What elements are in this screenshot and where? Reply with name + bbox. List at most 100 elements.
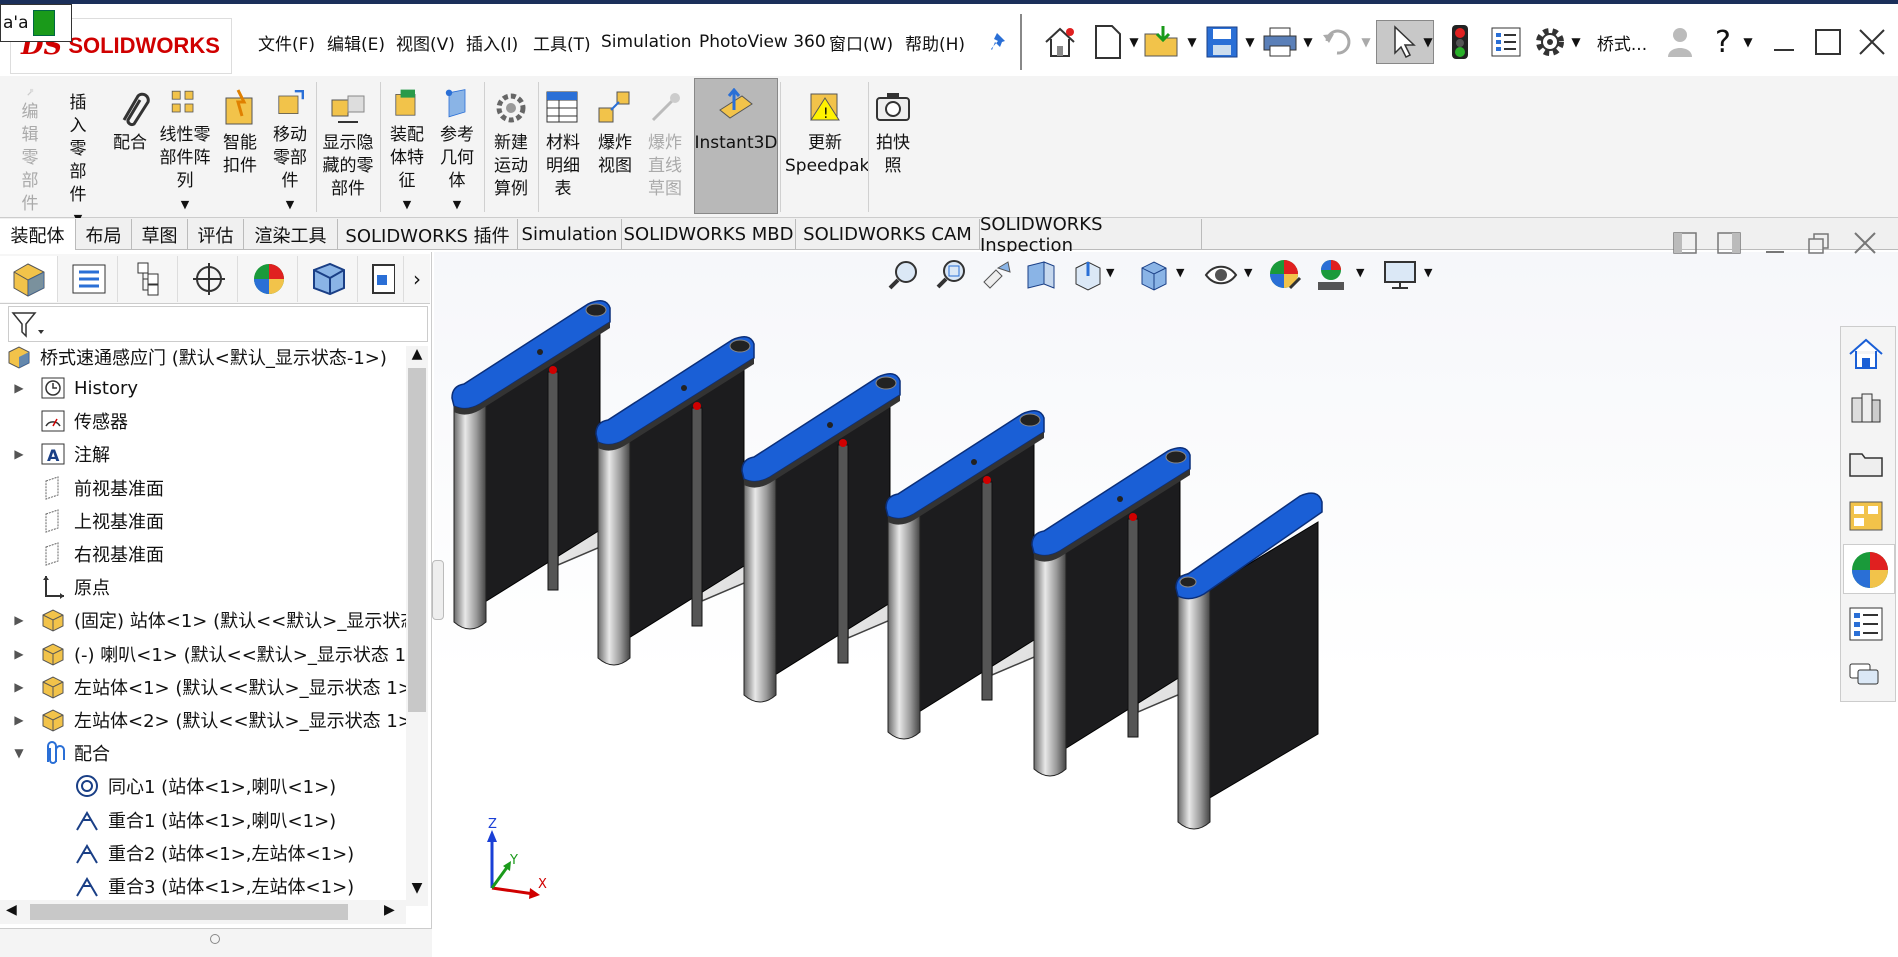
- exploded-view-button[interactable]: 爆炸视图: [592, 78, 638, 216]
- chevron-down-icon[interactable]: ▼: [1424, 266, 1438, 286]
- scroll-right-icon[interactable]: ▶: [384, 902, 395, 918]
- chevron-down-icon[interactable]: ▼: [1568, 20, 1584, 64]
- ime-indicator[interactable]: a'a: [0, 4, 72, 42]
- mate-item[interactable]: 重合3 (站体<1>,左站体<1>): [74, 870, 354, 902]
- smart-fastener-button[interactable]: 智能扣件: [218, 78, 262, 216]
- cam-operation-tree-tab-icon[interactable]: [360, 256, 404, 302]
- tab-render-tools[interactable]: 渲染工具: [244, 219, 338, 250]
- tree-item[interactable]: 右视基准面: [10, 538, 164, 570]
- expand-arrow-icon[interactable]: ▶: [10, 613, 28, 627]
- view-settings-icon[interactable]: [1382, 258, 1422, 294]
- scroll-left-icon[interactable]: ◀: [6, 902, 17, 918]
- tab-solidworks-mbd[interactable]: SOLIDWORKS MBD: [622, 219, 796, 250]
- expand-arrow-icon[interactable]: ▶: [10, 647, 28, 661]
- menu-window[interactable]: 窗口(W): [829, 24, 893, 60]
- edit-part-button[interactable]: 编辑零部件: [8, 78, 52, 216]
- gate-station-6[interactable]: [1175, 492, 1323, 830]
- insert-part-button[interactable]: 插入零部件 ▼: [56, 78, 100, 225]
- tab-layout[interactable]: 布局: [76, 219, 132, 250]
- doc-close-icon[interactable]: [1852, 230, 1882, 258]
- tree-item[interactable]: ▶ 左站体<2> (默认<<默认>_显示状态 1>): [10, 704, 420, 736]
- tile-left-icon[interactable]: [1672, 230, 1702, 258]
- save-icon[interactable]: [1200, 20, 1244, 64]
- snapshot-button[interactable]: 拍快照: [870, 78, 916, 216]
- update-speedpak-button[interactable]: ! 更新Speedpak: [784, 78, 869, 216]
- file-explorer-icon[interactable]: [1846, 442, 1890, 486]
- tree-item[interactable]: ▶ 左站体<1> (默认<<默认>_显示状态 1>): [10, 671, 420, 703]
- edit-appearance-icon[interactable]: [1268, 258, 1304, 294]
- undo-icon[interactable]: [1316, 20, 1360, 64]
- menu-simulation[interactable]: Simulation: [601, 24, 692, 60]
- zoom-to-fit-icon[interactable]: [888, 258, 924, 294]
- tree-horizontal-scroll-thumb[interactable]: [30, 904, 348, 920]
- chevron-down-icon[interactable]: ▼: [1176, 266, 1190, 286]
- show-hidden-parts-button[interactable]: 显示隐藏的零部件: [320, 78, 376, 216]
- menu-tools[interactable]: 工具(T): [533, 24, 591, 60]
- forum-chat-icon[interactable]: [1846, 658, 1890, 698]
- tree-item[interactable]: ▶ History: [10, 372, 138, 404]
- dimxpert-manager-tab-icon[interactable]: [180, 256, 238, 302]
- chevron-down-icon[interactable]: ▼: [1356, 266, 1370, 286]
- open-icon[interactable]: [1140, 20, 1184, 64]
- collapse-arrow-icon[interactable]: ▼: [10, 746, 28, 760]
- mate-item[interactable]: 重合1 (站体<1>,喇叭<1>): [74, 804, 336, 836]
- search-commands-text[interactable]: 桥式...: [1592, 20, 1652, 64]
- menu-file[interactable]: 文件(F): [258, 24, 315, 60]
- view-palette-icon[interactable]: [1846, 496, 1890, 540]
- cam-feature-tree-tab-icon[interactable]: [300, 256, 358, 302]
- close-window-icon[interactable]: [1852, 20, 1892, 64]
- previous-view-icon[interactable]: [980, 258, 1016, 294]
- tree-item[interactable]: ▶ A 注解: [10, 438, 110, 470]
- chevron-down-icon[interactable]: ▼: [1106, 266, 1120, 286]
- chevron-right-icon[interactable]: ›: [404, 256, 430, 302]
- appearances-scenes-icon[interactable]: [1843, 544, 1895, 594]
- menu-edit[interactable]: 编辑(E): [327, 24, 385, 60]
- mate-button[interactable]: 配合: [106, 78, 154, 216]
- expand-arrow-icon[interactable]: ▶: [10, 447, 28, 461]
- chevron-down-icon[interactable]: ▼: [181, 193, 189, 216]
- hide-show-items-icon[interactable]: [1204, 258, 1240, 294]
- tree-item[interactable]: ▶ (固定) 站体<1> (默认<<默认>_显示状态: [10, 604, 418, 636]
- tab-solidworks-addins[interactable]: SOLIDWORKS 插件: [338, 219, 518, 250]
- menu-insert[interactable]: 插入(I): [466, 24, 518, 60]
- tree-item[interactable]: ▶ (-) 喇叭<1> (默认<<默认>_显示状态 1>: [10, 638, 421, 670]
- menu-help[interactable]: 帮助(H): [905, 24, 965, 60]
- move-part-button[interactable]: 移动零部件 ▼: [268, 78, 312, 216]
- expand-arrow-icon[interactable]: ▶: [10, 381, 28, 395]
- print-icon[interactable]: [1258, 20, 1302, 64]
- maximize-window-icon[interactable]: [1808, 20, 1848, 64]
- menu-view[interactable]: 视图(V): [396, 24, 455, 60]
- chevron-down-icon[interactable]: ▼: [1358, 20, 1374, 64]
- display-manager-tab-icon[interactable]: [240, 256, 298, 302]
- menu-photoview[interactable]: PhotoView 360: [699, 24, 826, 60]
- mate-item[interactable]: 重合2 (站体<1>,左站体<1>): [74, 837, 354, 869]
- splitter-handle-icon[interactable]: [210, 934, 220, 944]
- minimize-window-icon[interactable]: [1764, 20, 1804, 64]
- chevron-down-icon[interactable]: ▼: [1740, 20, 1756, 64]
- configuration-manager-tab-icon[interactable]: [120, 256, 178, 302]
- tab-simulation[interactable]: Simulation: [518, 219, 622, 250]
- scroll-down-icon[interactable]: ▼: [408, 880, 426, 900]
- reference-geometry-button[interactable]: 参考几何体 ▼: [434, 78, 480, 216]
- tree-item[interactable]: 前视基准面: [10, 472, 164, 504]
- linear-pattern-button[interactable]: 线性零部件阵列 ▼: [156, 78, 214, 216]
- new-document-icon[interactable]: [1086, 20, 1130, 64]
- tree-vertical-scroll-thumb[interactable]: [408, 368, 426, 712]
- gate-assembly-model[interactable]: [434, 300, 1614, 900]
- rebuild-traffic-light-icon[interactable]: [1440, 20, 1480, 64]
- tab-solidworks-inspection[interactable]: SOLIDWORKS Inspection: [980, 214, 1202, 256]
- instant3d-button[interactable]: Instant3D: [694, 78, 778, 216]
- tab-sketch[interactable]: 草图: [132, 219, 188, 250]
- mate-item[interactable]: 同心1 (站体<1>,喇叭<1>): [74, 770, 336, 802]
- tree-item[interactable]: 上视基准面: [10, 505, 164, 537]
- scroll-up-icon[interactable]: ▲: [408, 346, 426, 366]
- help-icon[interactable]: ?: [1708, 20, 1738, 64]
- options-gear-icon[interactable]: [1528, 20, 1572, 64]
- user-account-icon[interactable]: [1660, 20, 1700, 64]
- home-icon[interactable]: [1038, 20, 1082, 64]
- tree-item[interactable]: 传感器: [10, 405, 128, 437]
- expand-arrow-icon[interactable]: ▶: [10, 713, 28, 727]
- chevron-down-icon[interactable]: ▼: [453, 193, 461, 216]
- file-properties-icon[interactable]: [1484, 20, 1528, 64]
- view-orientation-icon[interactable]: [1070, 258, 1106, 294]
